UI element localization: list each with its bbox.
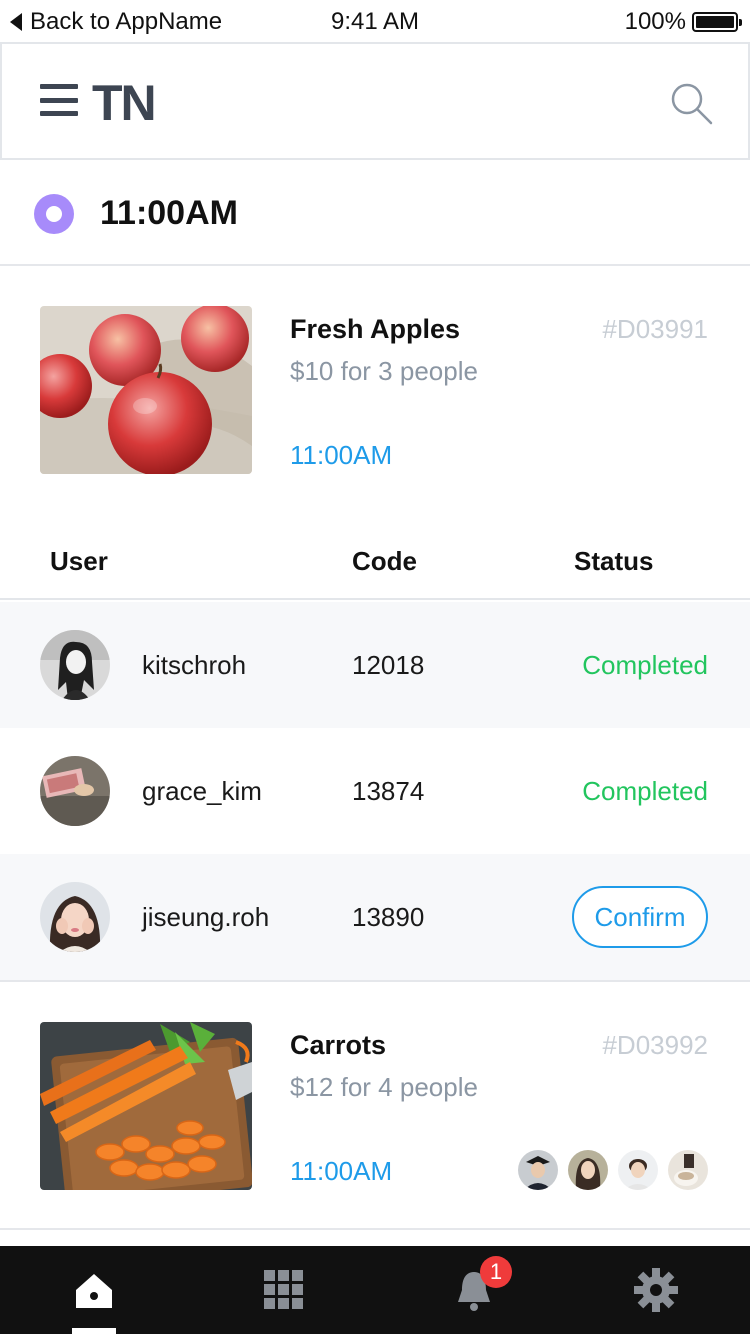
gear-icon[interactable] — [634, 1268, 678, 1312]
search-icon[interactable] — [668, 80, 714, 126]
status-completed: Completed — [582, 776, 708, 806]
avatar — [618, 1150, 658, 1190]
table-row[interactable]: jiseung.roh 13890 Confirm — [0, 854, 750, 980]
divider — [0, 980, 750, 982]
battery-icon — [692, 12, 742, 32]
avatar — [40, 630, 110, 700]
product-code: #D03992 — [602, 1030, 708, 1060]
tab-bar: 1 — [0, 1246, 750, 1334]
participant-avatars[interactable] — [518, 1150, 708, 1190]
confirm-button[interactable]: Confirm — [572, 886, 708, 948]
product-price: $12 for 4 people — [290, 1072, 478, 1102]
home-icon[interactable] — [72, 1268, 116, 1312]
time-slot-header: 11:00AM — [0, 160, 750, 266]
product-time: 11:00AM — [290, 440, 393, 470]
product-card[interactable]: Carrots $12 for 4 people #D03992 11:00AM — [0, 1022, 750, 1222]
app-logo: TN — [92, 75, 157, 131]
status-completed: Completed — [582, 650, 708, 680]
avatar — [668, 1150, 708, 1190]
time-slot-label: 11:00AM — [100, 194, 238, 232]
avatar — [568, 1150, 608, 1190]
product-name: Carrots — [290, 1030, 387, 1060]
battery-percent: 100% — [624, 8, 686, 35]
column-header-user: User — [50, 546, 108, 576]
product-image-carrots — [40, 1022, 252, 1190]
product-name: Fresh Apples — [290, 314, 461, 344]
column-header-code: Code — [352, 546, 417, 576]
order-code: 12018 — [352, 650, 425, 680]
orders-table-header: User Code Status — [0, 524, 750, 600]
column-header-status: Status — [574, 546, 654, 576]
username: kitschroh — [142, 650, 247, 680]
product-image-apples — [40, 306, 252, 474]
product-time: 11:00AM — [290, 1156, 393, 1186]
product-price: $10 for 3 people — [290, 356, 478, 386]
order-code: 13890 — [352, 902, 425, 932]
username: grace_kim — [142, 776, 262, 806]
notification-badge: 1 — [480, 1256, 512, 1288]
product-code: #D03991 — [602, 314, 708, 344]
product-card[interactable]: Fresh Apples $10 for 3 people #D03991 11… — [0, 306, 750, 506]
time-slot-indicator-icon — [34, 194, 74, 234]
avatar — [40, 756, 110, 826]
grid-icon[interactable] — [262, 1268, 306, 1312]
nav-bar: TN — [0, 42, 750, 160]
table-row[interactable]: kitschroh 12018 Completed — [0, 602, 750, 728]
order-code: 13874 — [352, 776, 425, 806]
battery-status: 100% — [624, 8, 742, 36]
table-row[interactable]: grace_kim 13874 Completed — [0, 728, 750, 854]
active-tab-indicator — [72, 1328, 116, 1334]
avatar — [40, 882, 110, 952]
avatar — [518, 1150, 558, 1190]
divider — [0, 1228, 750, 1230]
status-bar: Back to AppName 9:41 AM 100% — [0, 0, 750, 42]
username: jiseung.roh — [142, 902, 270, 932]
menu-icon[interactable] — [40, 84, 78, 116]
